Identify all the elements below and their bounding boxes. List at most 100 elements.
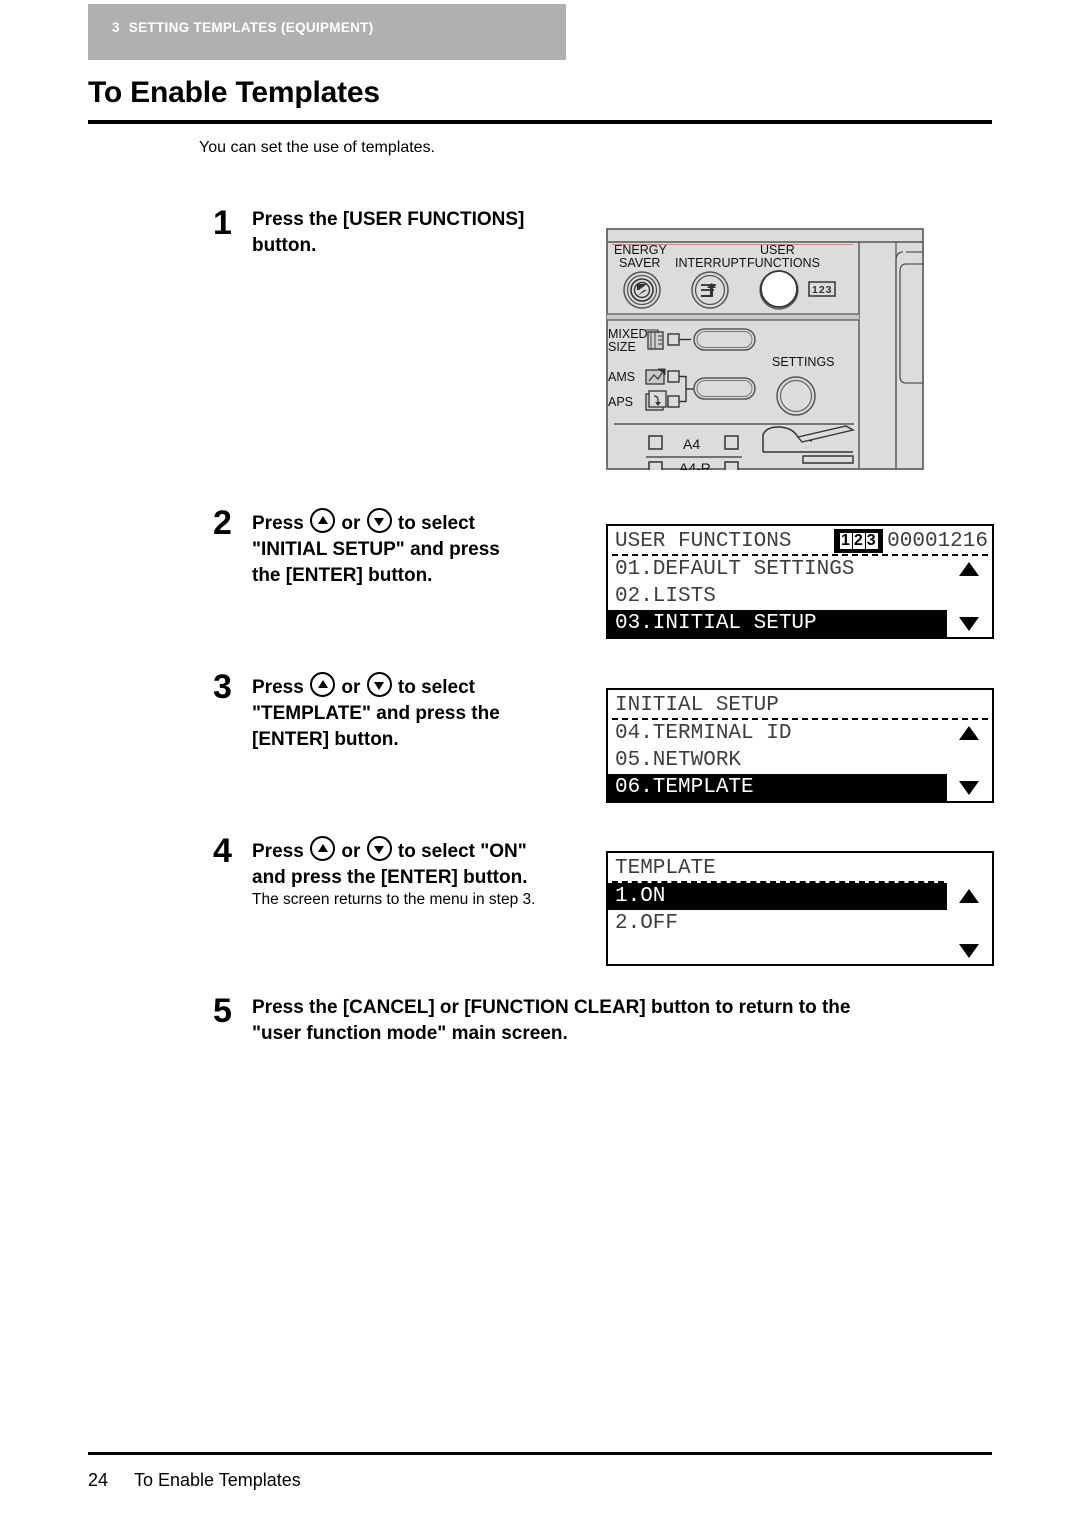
lcd2-title-bar: INITIAL SETUP — [608, 690, 992, 720]
lcd3-title: TEMPLATE — [615, 856, 716, 880]
step-4-post: to select "ON" — [397, 841, 527, 862]
title-divider — [88, 120, 992, 124]
step-4-line1: Press or to select "ON" — [252, 836, 597, 865]
step-3-post: to select — [397, 677, 475, 698]
footer-divider — [88, 1452, 992, 1455]
lcd1-row-1[interactable]: 01.DEFAULT SETTINGS — [608, 556, 992, 583]
lcd-screen-template: TEMPLATE 1.ON 2.OFF — [606, 851, 994, 966]
mixed-size-label-line2: SIZE — [608, 340, 636, 354]
counter-badge-icon: 123 — [812, 284, 833, 296]
mixed-size-icon — [646, 329, 664, 350]
lcd2-row-2[interactable]: 05.NETWORK — [608, 747, 992, 774]
lcd2-scrollbar[interactable] — [947, 720, 992, 801]
step-3-pre: Press — [252, 677, 304, 698]
user-functions-label-line2: FUNCTIONS — [747, 256, 820, 270]
step-2-post: to select — [397, 513, 475, 534]
settings-label: SETTINGS — [772, 355, 835, 369]
page-title: To Enable Templates — [88, 76, 380, 109]
lcd1-title-bar: USER FUNCTIONS 123 00001216 — [608, 526, 992, 556]
scroll-up-icon[interactable] — [959, 726, 979, 740]
step-4-text: Press or to select "ON" and press the [E… — [252, 836, 597, 891]
energy-saver-label-line1: ENERGY — [614, 243, 667, 257]
aps-icon — [645, 390, 667, 411]
paper-size-a4: A4 — [683, 436, 700, 452]
ams-label: AMS — [608, 370, 635, 384]
lcd1-title: USER FUNCTIONS — [615, 529, 792, 553]
step-2-pre: Press — [252, 513, 304, 534]
lcd2-row-3-selected[interactable]: 06.TEMPLATE — [608, 774, 947, 801]
lcd3-row-1-selected[interactable]: 1.ON — [608, 883, 947, 910]
lcd3-title-bar: TEMPLATE — [608, 853, 992, 883]
paper-led-right — [724, 435, 739, 450]
arrow-up-icon — [310, 508, 336, 533]
step-4-mid: or — [341, 841, 361, 862]
step-1-text: Press the [USER FUNCTIONS] button. — [252, 207, 597, 259]
lcd3-scrollbar[interactable] — [947, 883, 992, 964]
step-3-line3: [ENTER] button. — [252, 728, 399, 750]
step-1-number: 1 — [213, 204, 232, 242]
aps-label: APS — [608, 395, 633, 409]
intro-paragraph: You can set the use of templates. — [199, 139, 436, 156]
chapter-banner: 3 SETTING TEMPLATES (EQUIPMENT) — [88, 4, 566, 60]
lcd-screen-initial-setup: INITIAL SETUP 04.TERMINAL ID 05.NETWORK … — [606, 688, 994, 803]
step-5-text: Press the [CANCEL] or [FUNCTION CLEAR] b… — [252, 995, 1012, 1047]
step-1-line2: button. — [252, 234, 317, 256]
scroll-down-icon[interactable] — [959, 944, 979, 958]
lcd3-rows: 1.ON 2.OFF — [608, 883, 992, 964]
step-2-line1: Press or to select — [252, 508, 597, 537]
chapter-number: 3 — [112, 20, 120, 35]
scroll-down-icon[interactable] — [959, 617, 979, 631]
lcd3-row-3[interactable] — [608, 937, 992, 964]
arrow-up-icon — [310, 672, 336, 697]
lcd1-row-3-selected[interactable]: 03.INITIAL SETUP — [608, 610, 947, 637]
step-4-number: 4 — [213, 832, 232, 870]
arrow-down-icon — [366, 672, 392, 697]
lcd1-counter: 00001216 — [887, 529, 988, 553]
scroll-down-icon[interactable] — [959, 781, 979, 795]
lcd2-row-1[interactable]: 04.TERMINAL ID — [608, 720, 992, 747]
step-3-text: Press or to select "TEMPLATE" and press … — [252, 672, 597, 752]
mixed-size-label-line1: MIXED — [608, 327, 648, 341]
scroll-up-icon[interactable] — [959, 889, 979, 903]
lcd2-rows: 04.TERMINAL ID 05.NETWORK 06.TEMPLATE — [608, 720, 992, 801]
step-5-line2: "user function mode" main screen. — [252, 1022, 568, 1044]
interrupt-label: INTERRUPT — [675, 256, 747, 270]
arrow-down-icon — [366, 836, 392, 861]
ams-icon — [645, 368, 666, 385]
counter-badge-icon: 123 — [834, 529, 884, 553]
step-2-mid: or — [341, 513, 361, 534]
svg-text:A4-R: A4-R — [679, 460, 711, 470]
step-2-number: 2 — [213, 504, 232, 542]
lcd1-scrollbar[interactable] — [947, 556, 992, 637]
arrow-down-icon — [366, 508, 392, 533]
step-4-line2: and press the [ENTER] button. — [252, 866, 528, 888]
step-4-note: The screen returns to the menu in step 3… — [252, 891, 536, 908]
step-3-line1: Press or to select — [252, 672, 597, 701]
energy-saver-label-line2: SAVER — [619, 256, 660, 270]
step-3-mid: or — [341, 677, 361, 698]
step-2-line2: "INITIAL SETUP" and press — [252, 538, 500, 560]
lcd-screen-user-functions: USER FUNCTIONS 123 00001216 01.DEFAULT S… — [606, 524, 994, 639]
lcd3-row-2[interactable]: 2.OFF — [608, 910, 992, 937]
lcd2-title: INITIAL SETUP — [615, 693, 779, 717]
step-1-line1: Press the [USER FUNCTIONS] — [252, 209, 525, 230]
step-2-line3: the [ENTER] button. — [252, 564, 433, 586]
chapter-title: SETTING TEMPLATES (EQUIPMENT) — [128, 20, 374, 35]
step-2-text: Press or to select "INITIAL SETUP" and p… — [252, 508, 597, 588]
step-5-line1: Press the [CANCEL] or [FUNCTION CLEAR] b… — [252, 997, 851, 1018]
step-3-line2: "TEMPLATE" and press the — [252, 702, 500, 724]
footer-page-number: 24 — [88, 1470, 109, 1490]
paper-led-left — [648, 435, 663, 450]
arrow-up-icon — [310, 836, 336, 861]
step-3-number: 3 — [213, 668, 232, 706]
lcd1-row-2[interactable]: 02.LISTS — [608, 583, 992, 610]
lcd1-counter-area: 123 00001216 — [834, 529, 992, 553]
footer: 24 To Enable Templates — [88, 1470, 301, 1491]
scroll-up-icon[interactable] — [959, 562, 979, 576]
lcd1-rows: 01.DEFAULT SETTINGS 02.LISTS 03.INITIAL … — [608, 556, 992, 637]
chapter-banner-text: 3 SETTING TEMPLATES (EQUIPMENT) — [112, 20, 374, 35]
footer-section: To Enable Templates — [134, 1470, 301, 1490]
control-panel-illustration: ENERGY SAVER INTERRUPT USER FUNCTIONS 12… — [606, 228, 924, 470]
user-functions-label-line1: USER — [760, 243, 795, 257]
step-4-pre: Press — [252, 841, 304, 862]
